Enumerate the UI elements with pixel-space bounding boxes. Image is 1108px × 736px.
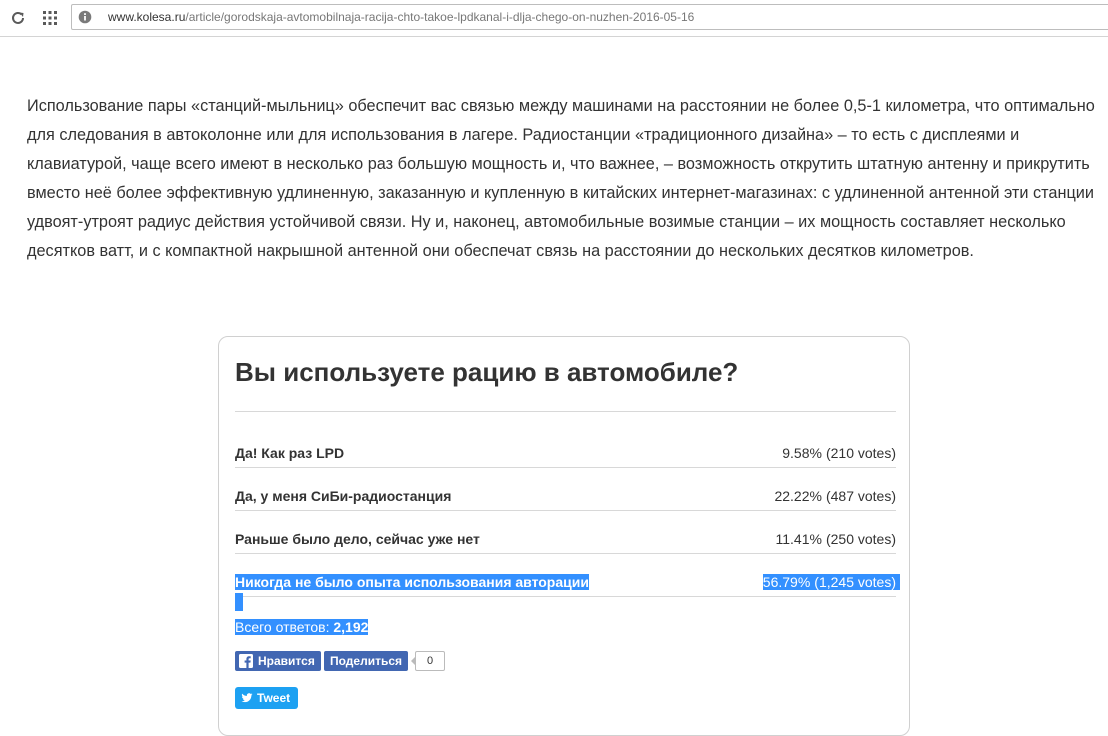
- url-host: www.kolesa.ru: [108, 10, 186, 24]
- answer-label: Да! Как раз LPD: [235, 445, 345, 461]
- answer-label: Да, у меня СиБи-радиостанция: [235, 488, 452, 504]
- facebook-like-button[interactable]: Нравится: [235, 651, 321, 671]
- tweet-button[interactable]: Tweet: [235, 687, 299, 709]
- poll-title: Вы используете рацию в автомобиле?: [235, 357, 739, 387]
- answer-percent: 11.41%: [775, 531, 822, 547]
- answer-percent: 9.58%: [782, 445, 822, 461]
- share-label: Поделиться: [330, 654, 403, 668]
- answer-stats: 22.22% (487 votes): [774, 488, 896, 504]
- answer-divider: [235, 467, 896, 468]
- answer-stats: 11.41% (250 votes): [776, 531, 897, 547]
- share-count: 0: [411, 651, 445, 671]
- answer-divider: [235, 553, 896, 554]
- poll-widget: Вы используете рацию в автомобиле? Да! К…: [218, 336, 910, 736]
- answer-divider: [235, 510, 896, 511]
- answer-label: Никогда не было опыта использования авто…: [235, 574, 589, 590]
- answer-votes: (250 votes): [825, 531, 896, 547]
- poll-answer: Раньше было дело, сейчас уже нет 11.41%(…: [235, 531, 896, 557]
- answer-divider: [235, 596, 896, 597]
- poll-answer: Да! Как раз LPD 9.58% (210 votes): [235, 445, 896, 471]
- like-label: Нравится: [258, 654, 315, 668]
- answer-result-bar: [235, 593, 243, 611]
- poll-answer: Да, у меня СиБи-радиостанция 22.22% (487 …: [235, 488, 896, 514]
- answer-label: Раньше было дело, сейчас уже нет: [235, 531, 480, 547]
- total-value: 2,192: [333, 619, 369, 635]
- poll-divider: [235, 411, 896, 412]
- answer-stats: 56.79% (1,245 votes): [762, 574, 900, 590]
- reload-icon[interactable]: [6, 6, 30, 30]
- answer-votes: (210 votes): [825, 445, 896, 461]
- article-paragraph: Использование пары «станций-мыльниц» обе…: [27, 97, 1095, 260]
- poll-total: Всего ответов: 2,192: [235, 619, 369, 635]
- answer-stats: 9.58% (210 votes): [782, 445, 896, 461]
- url-text[interactable]: www.kolesa.ru/article/gorodskaja-avtomob…: [108, 10, 694, 24]
- browser-toolbar: www.kolesa.ru/article/gorodskaja-avtomob…: [0, 0, 1108, 37]
- facebook-icon: [239, 654, 253, 668]
- answer-votes: (487 votes): [825, 488, 896, 504]
- article-body: Использование пары «станций-мыльниц» обе…: [27, 92, 1105, 266]
- address-bar[interactable]: www.kolesa.ru/article/gorodskaja-avtomob…: [71, 4, 1108, 30]
- answer-percent: 22.22%: [774, 488, 822, 504]
- facebook-share-button[interactable]: Поделиться: [324, 651, 409, 671]
- poll-answer: Никогда не было опыта использования авто…: [235, 574, 900, 600]
- total-label: Всего ответов:: [235, 619, 330, 635]
- page-info-icon[interactable]: [78, 10, 92, 24]
- twitter-icon: [241, 692, 253, 704]
- url-path: /article/gorodskaja-avtomobilnaja-racija…: [185, 10, 695, 24]
- answer-percent: 56.79%: [762, 574, 811, 590]
- tweet-label: Tweet: [257, 691, 291, 705]
- answer-votes: (1,245 votes): [814, 574, 896, 590]
- apps-icon[interactable]: [38, 6, 62, 30]
